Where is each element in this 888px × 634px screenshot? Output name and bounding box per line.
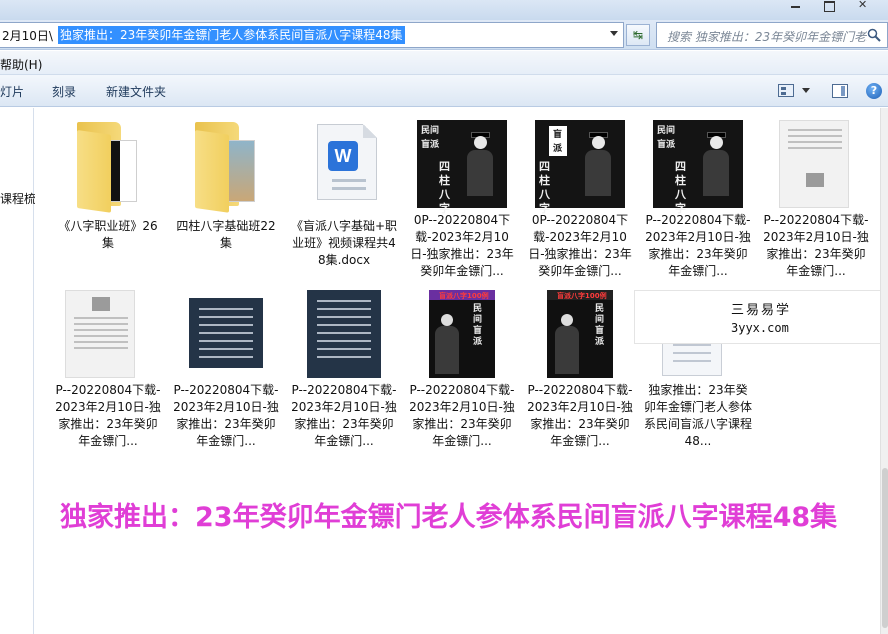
poster-top-text: 盲派八字100例 [557,292,607,300]
file-item[interactable]: P--20220804下载-2023年2月10日-独家推出：23年癸卯年金镖门.… [761,108,871,278]
preview-pane-icon[interactable] [832,84,848,98]
image-thumbnail [761,108,871,208]
address-prefix: 2月10日\ [2,29,53,43]
file-item[interactable]: 盲派八字100例 民间盲派 P--20220804下载-2023年2月10日-独… [525,278,635,448]
file-item[interactable]: 盲派八字100例 民间盲派 P--20220804下载-2023年2月10日-独… [407,278,517,448]
file-item[interactable]: W 《盲派八字基础+职业班》视频课程共48集.docx [289,114,399,284]
file-name: 四柱八字基础班22集 [176,219,276,250]
file-name: P--20220804下载-2023年2月10日-独家推出：23年癸卯年金镖门.… [763,213,869,278]
file-item[interactable]: 民间盲派 四柱八字 0P--20220804下载-2023年2月10日-独家推出… [407,108,517,278]
toolbar: 灯片 刻录 新建文件夹 ? [0,75,888,107]
poster-text: 民间盲派 [473,304,483,347]
image-thumbnail [53,278,163,378]
thumb-text: 民间盲派 [421,126,440,150]
close-button[interactable] [852,0,874,12]
file-item[interactable]: 四柱八字基础班22集 [171,114,281,284]
search-placeholder: 搜索 独家推出：23年癸卯年金镖门老... [667,30,867,44]
file-name: P--20220804下载-2023年2月10日-独家推出：23年癸卯年金镖门.… [291,383,397,448]
scrollbar-thumb[interactable] [882,468,888,628]
toolbar-burn-button[interactable]: 刻录 [52,83,76,100]
address-dropdown-icon[interactable] [610,31,618,36]
change-view-icon[interactable] [778,84,794,97]
watermark-name: 三易易学 [731,303,792,318]
thumb-text: 民间盲派 [657,126,676,150]
image-thumbnail: 民间盲派 四柱八字 [407,108,517,215]
file-name: 独家推出：23年癸卯年金镖门老人参体系民间盲派八字课程48... [643,383,752,448]
view-dropdown-icon[interactable] [802,88,810,93]
watermark-url: 3yyx.com [731,321,789,335]
file-name: 0P--20220804下载-2023年2月10日-独家推出：23年癸卯年金镖门… [410,213,514,278]
poster-top-text: 盲派八字100例 [439,292,489,300]
thumb-title: 四柱八字 [439,160,450,215]
watermark-box: 三易易学 3yyx.com [634,290,888,344]
image-thumbnail: 盲派八字100例 民间盲派 [407,278,517,378]
menu-help[interactable]: 帮助(H) [0,56,42,73]
toolbar-new-folder-button[interactable]: 新建文件夹 [106,83,166,100]
file-list: 《八字职业班》26集 四柱八字基础班22集 W 《盲派八字基础+职业班》视频课程… [35,108,888,634]
folder-icon [171,114,281,214]
thumb-title: 四柱八字 [539,160,550,215]
address-input[interactable]: 2月10日\ 独家推出：23年癸卯年金镖门老人参体系民间盲派八字课程48集 [0,22,624,48]
file-name: 《八字职业班》26集 [58,219,158,250]
image-thumbnail [171,278,281,378]
thumb-text: 盲派 [553,130,563,154]
search-icon[interactable] [867,28,881,42]
word-document-icon: W [289,114,399,214]
address-selected-text: 独家推出：23年癸卯年金镖门老人参体系民间盲派八字课程48集 [58,26,405,44]
file-item[interactable]: 《八字职业班》26集 [53,114,163,284]
folder-icon [53,114,163,214]
headline-overlay: 独家推出：23年癸卯年金镖门老人参体系民间盲派八字课程48集 [60,502,838,533]
poster-text: 民间盲派 [595,304,605,347]
image-thumbnail: 民间盲派 四柱八字 [643,108,753,215]
file-item[interactable]: P--20220804下载-2023年2月10日-独家推出：23年癸卯年金镖门.… [53,278,163,448]
thumb-title: 四柱八字 [675,160,686,215]
file-item[interactable]: 盲派 四柱八字 0P--20220804下载-2023年2月10日-独家推出：2… [525,108,635,278]
file-item[interactable]: P--20220804下载-2023年2月10日-独家推出：23年癸卯年金镖门.… [171,278,281,448]
file-name: 0P--20220804下载-2023年2月10日-独家推出：23年癸卯年金镖门… [528,213,632,278]
file-name: P--20220804下载-2023年2月10日-独家推出：23年癸卯年金镖门.… [527,383,633,448]
file-name: 《盲派八字基础+职业班》视频课程共48集.docx [290,219,398,267]
image-thumbnail: 盲派 四柱八字 [525,108,635,215]
search-input[interactable]: 搜索 独家推出：23年癸卯年金镖门老... [656,22,888,48]
refresh-button[interactable]: ↹ [626,24,650,46]
minimize-button[interactable] [784,0,806,12]
file-item[interactable]: 民间盲派 四柱八字 P--20220804下载-2023年2月10日-独家推出：… [643,108,753,278]
file-name: P--20220804下载-2023年2月10日-独家推出：23年癸卯年金镖门.… [55,383,161,448]
file-name: P--20220804下载-2023年2月10日-独家推出：23年癸卯年金镖门.… [409,383,515,448]
maximize-button[interactable] [818,0,840,12]
window-title-bar [0,0,888,20]
nav-item-course[interactable]: 课程梳 [0,190,36,207]
help-icon[interactable]: ? [866,83,882,99]
file-name: P--20220804下载-2023年2月10日-独家推出：23年癸卯年金镖门.… [173,383,279,448]
image-thumbnail [289,278,399,378]
address-bar-row: 2月10日\ 独家推出：23年癸卯年金镖门老人参体系民间盲派八字课程48集 ↹ … [0,20,888,50]
file-item[interactable]: P--20220804下载-2023年2月10日-独家推出：23年癸卯年金镖门.… [289,278,399,448]
navigation-pane: 课程梳 [0,108,36,634]
toolbar-slideshow-button[interactable]: 灯片 [0,83,24,100]
file-name: P--20220804下载-2023年2月10日-独家推出：23年癸卯年金镖门.… [645,213,751,278]
vertical-scrollbar[interactable] [880,108,888,634]
image-thumbnail: 盲派八字100例 民间盲派 [525,278,635,378]
menu-bar: 帮助(H) [0,51,888,75]
refresh-icon: ↹ [632,28,644,42]
